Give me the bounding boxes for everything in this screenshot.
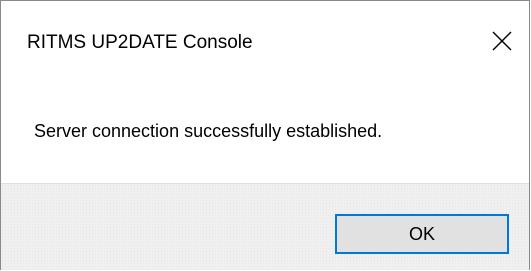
window-title: RITMS UP2DATE Console [27, 32, 253, 53]
ok-button[interactable]: OK [335, 214, 509, 254]
message-dialog: RITMS UP2DATE Console Server connection … [0, 0, 530, 270]
close-button[interactable] [481, 23, 523, 63]
ok-button-label: OK [408, 223, 435, 244]
dialog-content: Server connection successfully establish… [1, 79, 529, 183]
title-bar[interactable]: RITMS UP2DATE Console [1, 1, 529, 79]
close-icon [492, 31, 512, 56]
dialog-footer: OK [1, 183, 529, 270]
dialog-message: Server connection successfully establish… [34, 121, 383, 141]
